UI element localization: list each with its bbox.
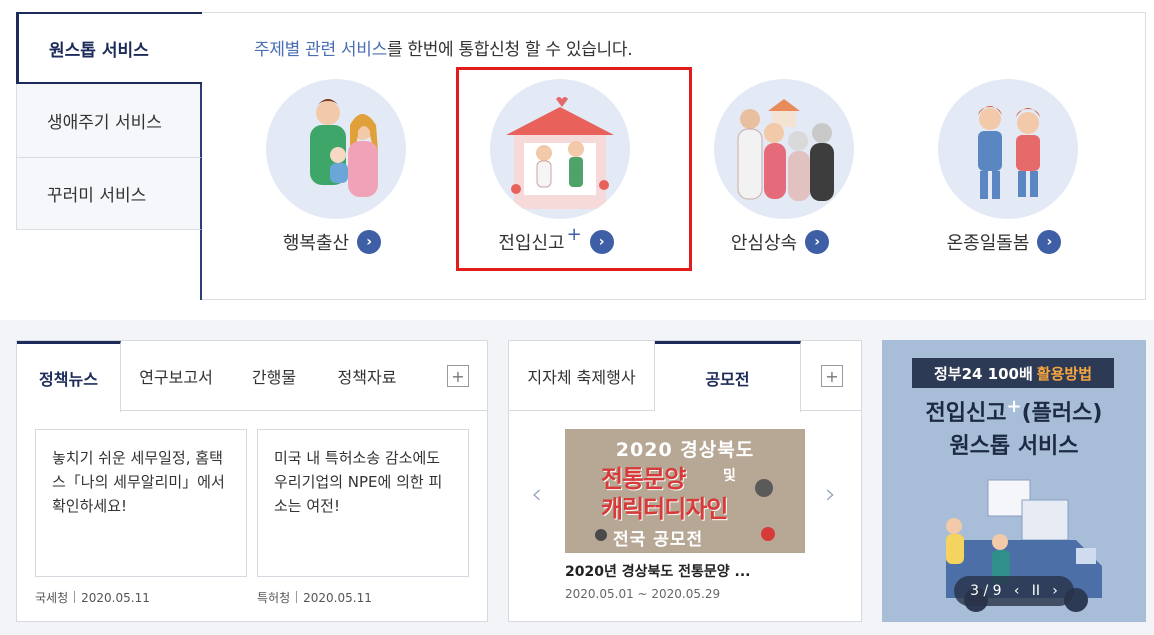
- service-headline: 주제별 관련 서비스를 한번에 통합신청 할 수 있습니다.: [254, 35, 633, 60]
- news-card[interactable]: 미국 내 특허소송 감소에도 우리기업의 NPE에 의한 피소는 여전!: [257, 429, 469, 577]
- side-tab-onestop[interactable]: 원스톱 서비스: [16, 12, 202, 84]
- prev-arrow-icon[interactable]: ‹: [531, 477, 542, 510]
- tab-publications[interactable]: 간행물: [231, 341, 317, 411]
- tab-local-festivals[interactable]: 지자체 축제행사: [509, 341, 655, 411]
- plus-icon: +: [1006, 396, 1022, 417]
- service-label: 행복출산: [282, 233, 350, 254]
- meta-divider: [74, 591, 76, 603]
- promo-banner[interactable]: 정부24 100배 활용방법 전입신고+(플러스) 원스톱 서비스 3 / 9 ‹…: [882, 340, 1146, 622]
- service-label: 안심상속: [730, 233, 798, 254]
- news-meta: 국세청 2020.05.11: [35, 589, 150, 606]
- banner-title-main: 전입신고: [925, 401, 1007, 426]
- poster-line-1: 2020 경상북도: [615, 439, 755, 461]
- news-date: 2020.05.11: [303, 591, 372, 605]
- service-label: 온종일돌봄: [946, 233, 1030, 254]
- side-tab-bundle[interactable]: 꾸러미 서비스: [16, 158, 202, 230]
- pager-total: 9: [992, 583, 1002, 599]
- banner-tag-prefix: 정부24 100배: [933, 364, 1033, 383]
- pager-count: 3 / 9: [970, 583, 1001, 599]
- tab-policy-news[interactable]: 정책뉴스: [17, 341, 121, 412]
- more-plus-icon[interactable]: +: [821, 365, 843, 387]
- arrow-right-icon[interactable]: ›: [805, 230, 830, 254]
- banner-title-suffix: (플러스): [1021, 401, 1103, 426]
- service-side-tabs: 원스톱 서비스 생애주기 서비스 꾸러미 서비스: [16, 12, 202, 230]
- contest-poster[interactable]: 2020 경상북도 전통문양 및 캐릭터디자인 전국 공모전: [565, 429, 805, 553]
- tab-research-reports[interactable]: 연구보고서: [121, 341, 231, 411]
- next-arrow-icon[interactable]: ›: [825, 477, 836, 510]
- service-move-in-report[interactable]: 전입신고 + ›: [466, 79, 646, 259]
- tab-contests[interactable]: 공모전: [655, 341, 801, 412]
- headline-highlight: 주제별 관련 서비스: [254, 40, 387, 60]
- service-safe-inheritance[interactable]: 안심상속 ›: [690, 79, 870, 259]
- events-contest-panel: 지자체 축제행사 공모전 + ‹ 2020 경상북도 전통문양 및 캐릭터디자인…: [508, 340, 862, 622]
- banner-title-line1: 전입신고+(플러스): [882, 396, 1146, 431]
- banner-title-line2: 원스톱 서비스: [949, 434, 1079, 459]
- news-date: 2020.05.11: [81, 591, 150, 605]
- next-icon[interactable]: ›: [1052, 583, 1058, 599]
- news-meta: 특허청 2020.05.11: [257, 589, 372, 606]
- character-icon: [595, 529, 607, 541]
- plus-icon: +: [566, 223, 582, 245]
- service-label-row: 행복출산 ›: [242, 229, 422, 255]
- banner-pager: 3 / 9 ‹ II ›: [954, 576, 1074, 606]
- pause-icon[interactable]: II: [1032, 583, 1040, 599]
- prev-icon[interactable]: ‹: [1014, 583, 1020, 599]
- service-happy-birth[interactable]: 행복출산 ›: [242, 79, 422, 259]
- all-day-care-illustration: [938, 79, 1078, 219]
- meta-divider: [296, 591, 298, 603]
- service-label-row: 온종일돌봄 ›: [914, 229, 1094, 255]
- more-plus-icon[interactable]: +: [447, 365, 469, 387]
- arrow-right-icon[interactable]: ›: [357, 230, 382, 254]
- news-card[interactable]: 놓치기 쉬운 세무일정, 홈택스「나의 세무알리미」에서 확인하세요!: [35, 429, 247, 577]
- service-label-row: 안심상속 ›: [690, 229, 870, 255]
- banner-tag-accent: 활용방법: [1036, 364, 1092, 383]
- contest-title[interactable]: 2020년 경상북도 전통문양 ...: [565, 561, 750, 581]
- contest-tabs: 지자체 축제행사 공모전 +: [509, 341, 861, 412]
- contest-date: 2020.05.01 ~ 2020.05.29: [565, 587, 721, 601]
- pager-current: 3: [970, 583, 980, 599]
- service-label: 전입신고: [498, 233, 565, 254]
- character-icon: [761, 527, 775, 541]
- policy-news-panel: 정책뉴스 연구보고서 간행물 정책자료 + 놓치기 쉬운 세무일정, 홈택스「나…: [16, 340, 488, 622]
- info-section: 정책뉴스 연구보고서 간행물 정책자료 + 놓치기 쉬운 세무일정, 홈택스「나…: [0, 320, 1154, 635]
- arrow-right-icon[interactable]: ›: [589, 230, 614, 254]
- banner-tag: 정부24 100배 활용방법: [912, 358, 1114, 388]
- poster-line-4: 전국 공모전: [613, 530, 704, 550]
- happy-birth-illustration: [266, 79, 406, 219]
- side-tab-lifecycle[interactable]: 생애주기 서비스: [16, 84, 202, 158]
- arrow-right-icon[interactable]: ›: [1037, 230, 1062, 254]
- banner-title: 전입신고+(플러스) 원스톱 서비스: [882, 396, 1146, 463]
- safe-inheritance-illustration: [714, 79, 854, 219]
- poster-line-3: 캐릭터디자인: [601, 495, 728, 523]
- headline-rest: 를 한번에 통합신청 할 수 있습니다.: [386, 40, 633, 60]
- news-tabs: 정책뉴스 연구보고서 간행물 정책자료 +: [17, 341, 487, 412]
- pager-sep: /: [983, 583, 989, 599]
- character-icon: [755, 479, 773, 497]
- news-source: 특허청: [257, 591, 291, 605]
- service-panel: 주제별 관련 서비스를 한번에 통합신청 할 수 있습니다. 행복출산 › 전입…: [202, 12, 1146, 300]
- move-in-illustration: [490, 79, 630, 219]
- one-stop-section: 원스톱 서비스 생애주기 서비스 꾸러미 서비스 주제별 관련 서비스를 한번에…: [0, 0, 1154, 320]
- tab-policy-materials[interactable]: 정책자료: [317, 341, 417, 411]
- news-source: 국세청: [35, 591, 69, 605]
- service-label-row: 전입신고 + ›: [466, 224, 646, 255]
- service-all-day-care[interactable]: 온종일돌봄 ›: [914, 79, 1094, 259]
- poster-line-2b: 및: [723, 468, 736, 484]
